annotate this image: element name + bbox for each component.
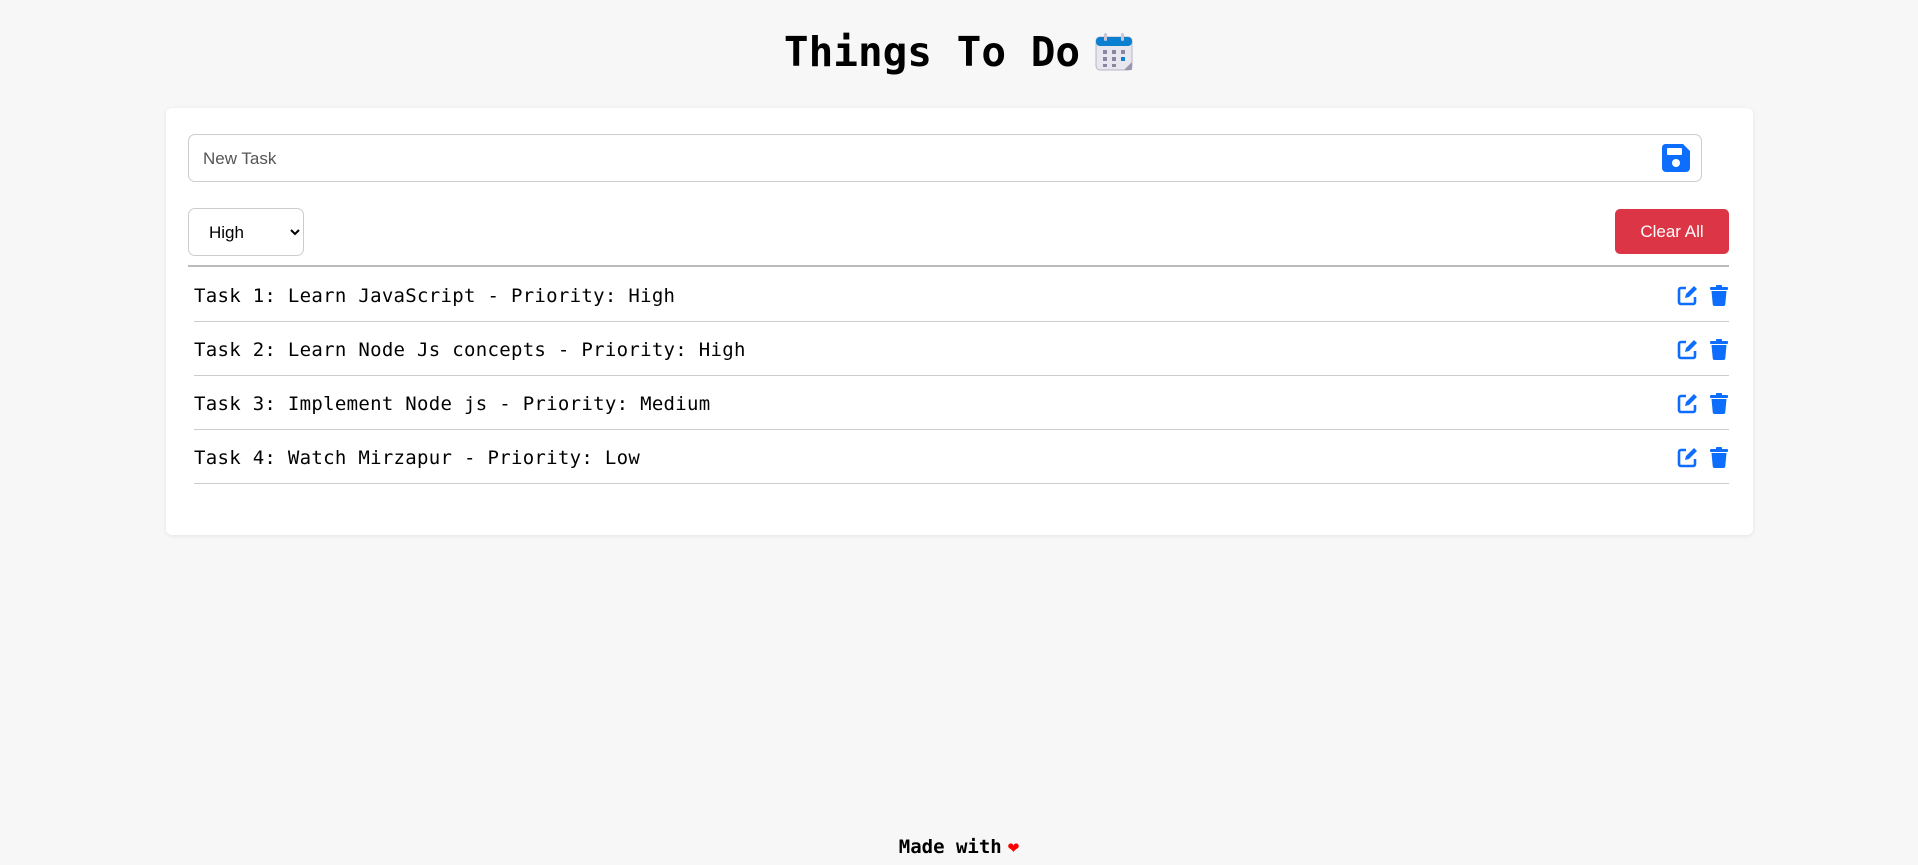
edit-icon[interactable] [1677, 446, 1699, 473]
trash-icon[interactable] [1709, 284, 1729, 311]
new-task-field [188, 134, 1702, 183]
todo-card: High Clear All Task 1: Learn JavaScript … [166, 108, 1753, 535]
footer-text: Made with [898, 836, 1002, 858]
trash-icon[interactable] [1709, 338, 1729, 365]
priority-select[interactable]: High [188, 208, 304, 256]
task-text: Task 4: Watch Mirzapur - Priority: Low [194, 447, 641, 469]
task-actions [1677, 392, 1729, 419]
floppy-disk-icon [1661, 144, 1690, 172]
divider [188, 265, 1729, 267]
edit-icon[interactable] [1677, 392, 1699, 419]
edit-icon[interactable] [1677, 338, 1699, 365]
task-actions [1677, 284, 1729, 311]
task-text: Task 3: Implement Node js - Priority: Me… [194, 393, 711, 415]
task-row: Task 2: Learn Node Js concepts - Priorit… [194, 322, 1729, 376]
page-title: Things To Do [0, 28, 1918, 76]
task-actions [1677, 446, 1729, 473]
calendar-icon [1095, 33, 1133, 71]
task-actions [1677, 338, 1729, 365]
task-text: Task 2: Learn Node Js concepts - Priorit… [194, 339, 746, 361]
trash-icon[interactable] [1709, 392, 1729, 419]
heart-icon: ❤ [1007, 836, 1020, 858]
new-task-input[interactable] [201, 135, 1645, 183]
save-button[interactable] [1661, 143, 1691, 178]
edit-icon[interactable] [1677, 284, 1699, 311]
task-row: Task 1: Learn JavaScript - Priority: Hig… [194, 268, 1729, 322]
task-row: Task 3: Implement Node js - Priority: Me… [194, 376, 1729, 430]
task-text: Task 1: Learn JavaScript - Priority: Hig… [194, 285, 676, 307]
task-row: Task 4: Watch Mirzapur - Priority: Low [194, 430, 1729, 484]
task-list: Task 1: Learn JavaScript - Priority: Hig… [194, 268, 1729, 484]
clear-all-button[interactable]: Clear All [1615, 209, 1729, 254]
footer: Made with ❤ [0, 836, 1918, 858]
page-title-text: Things To Do [783, 28, 1081, 76]
trash-icon[interactable] [1709, 446, 1729, 473]
